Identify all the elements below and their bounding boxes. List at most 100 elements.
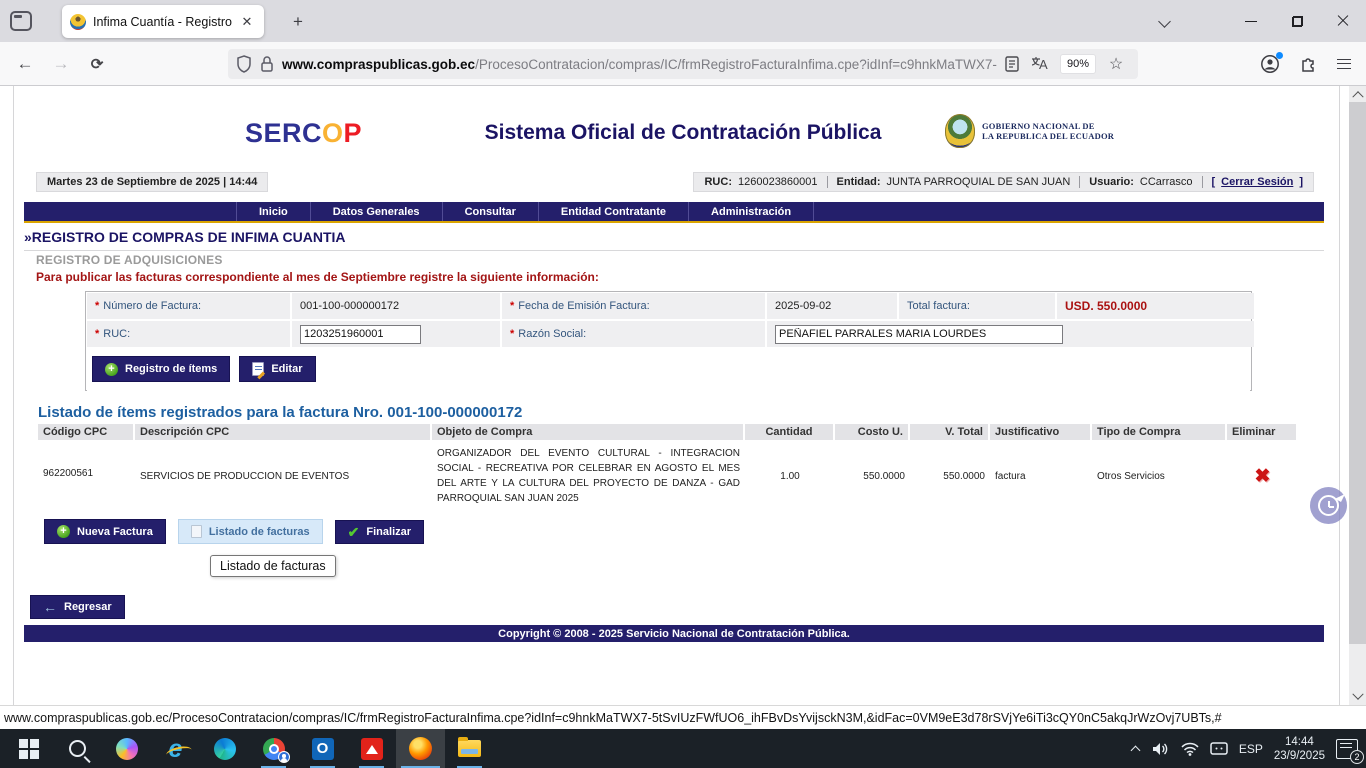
language-indicator[interactable]: ESP xyxy=(1239,742,1263,756)
outlook-icon xyxy=(312,738,334,760)
logout-link[interactable]: Cerrar Sesión xyxy=(1221,176,1293,188)
translate-icon[interactable]: A xyxy=(1030,54,1050,74)
taskbar-outlook-button[interactable] xyxy=(298,729,347,768)
taskbar-explorer-button[interactable] xyxy=(445,729,494,768)
screen-recorder-overlay-icon[interactable] xyxy=(1310,487,1347,524)
page-icon xyxy=(191,525,202,538)
status-bar: www.compraspublicas.gob.ec/ProcesoContra… xyxy=(0,705,1366,729)
registro-items-button[interactable]: Registro de ítems xyxy=(92,356,230,382)
finalizar-button[interactable]: Finalizar xyxy=(335,520,424,544)
reload-button[interactable] xyxy=(84,52,110,76)
back-button[interactable] xyxy=(12,52,38,76)
window-close-button[interactable] xyxy=(1326,8,1360,34)
window-minimize-button[interactable] xyxy=(1234,8,1268,34)
clock[interactable]: 14:44 23/9/2025 xyxy=(1274,735,1325,763)
regresar-button[interactable]: Regresar xyxy=(30,595,125,619)
tab-list-chevron-icon[interactable] xyxy=(1160,17,1171,28)
col-objeto-compra: Objeto de Compra xyxy=(432,424,745,440)
extensions-icon[interactable] xyxy=(1294,52,1322,76)
ruc-input-cell xyxy=(292,321,500,347)
tray-expand-icon[interactable] xyxy=(1131,744,1141,754)
volume-icon[interactable] xyxy=(1152,741,1170,757)
form-buttons: Registro de ítems Editar xyxy=(87,347,1250,391)
items-list-heading: Listado de ítems registrados para la fac… xyxy=(38,404,522,421)
new-tab-button[interactable] xyxy=(286,10,310,34)
close-icon xyxy=(1337,15,1349,27)
menu-button[interactable] xyxy=(1330,52,1358,76)
datetime-bar: Martes 23 de Septiembre de 2025 | 14:44 xyxy=(36,172,268,192)
plus-icon xyxy=(57,525,70,538)
gold-divider xyxy=(24,221,1324,223)
notification-center-button[interactable]: 2 xyxy=(1336,739,1358,759)
ruc-field-label: RUC: xyxy=(103,328,130,340)
entidad-label: Entidad: xyxy=(837,176,881,188)
bracket-open: [ xyxy=(1212,176,1216,188)
numero-factura-label: Número de Factura: xyxy=(103,300,201,312)
delete-item-icon[interactable] xyxy=(1255,465,1271,488)
ruc-input[interactable] xyxy=(300,325,421,344)
connect-display-icon[interactable] xyxy=(1210,742,1228,756)
zoom-level-badge[interactable]: 90% xyxy=(1060,54,1096,74)
forward-button[interactable] xyxy=(48,52,74,76)
ruc-value: 1260023860001 xyxy=(738,176,818,188)
fecha-value-cell: 2025-09-02 xyxy=(767,293,897,319)
nav-entidad-contratante[interactable]: Entidad Contratante xyxy=(538,202,688,221)
cell-vtotal: 550.0000 xyxy=(910,440,990,512)
scroll-down-arrow[interactable] xyxy=(1349,689,1366,705)
scrollbar-thumb[interactable] xyxy=(1349,102,1366,644)
account-button[interactable] xyxy=(1256,52,1284,76)
tracking-shield-icon[interactable] xyxy=(236,55,252,73)
nav-datos-generales[interactable]: Datos Generales xyxy=(310,202,442,221)
main-nav: Inicio Datos Generales Consultar Entidad… xyxy=(24,202,1324,221)
col-costo-u: Costo U. xyxy=(835,424,910,440)
nav-inicio[interactable]: Inicio xyxy=(236,202,310,221)
browser-window: Infima Cuantía - Registro www.compraspub… xyxy=(0,0,1366,768)
taskbar-search-button[interactable] xyxy=(53,729,102,768)
tab-close-icon[interactable] xyxy=(238,14,256,30)
acrobat-icon xyxy=(361,738,383,760)
firefox-view-icon[interactable] xyxy=(10,11,32,31)
bookmark-star-icon[interactable] xyxy=(1106,54,1126,74)
razon-input-cell xyxy=(767,321,1254,347)
url-bar[interactable]: www.compraspublicas.gob.ec/ProcesoContra… xyxy=(228,49,1138,79)
numero-factura-value-cell: 001-100-000000172 xyxy=(292,293,500,319)
reader-view-icon[interactable] xyxy=(1002,54,1022,74)
nav-consultar[interactable]: Consultar xyxy=(442,202,538,221)
cell-justificativo[interactable]: factura xyxy=(990,440,1092,512)
browser-tab[interactable]: Infima Cuantía - Registro xyxy=(62,5,264,38)
editar-button[interactable]: Editar xyxy=(239,356,315,382)
listado-facturas-button[interactable]: Listado de facturas xyxy=(178,519,323,544)
nueva-factura-button[interactable]: Nueva Factura xyxy=(44,519,166,544)
razon-social-input[interactable] xyxy=(775,325,1063,344)
taskbar-firefox-button[interactable] xyxy=(396,729,445,768)
ecuador-emblem-icon xyxy=(945,114,975,148)
razon-label-cell: *Razón Social: xyxy=(502,321,765,347)
items-table: Código CPC Descripción CPC Objeto de Com… xyxy=(38,424,1298,512)
page-scrollbar[interactable] xyxy=(1349,86,1366,705)
internet-explorer-icon xyxy=(169,738,183,760)
numero-factura-label-cell: *Número de Factura: xyxy=(87,293,290,319)
edge-icon xyxy=(214,738,236,760)
taskbar-acrobat-button[interactable] xyxy=(347,729,396,768)
cell-tipo-compra: Otros Servicios xyxy=(1092,440,1227,512)
system-tray: ESP 14:44 23/9/2025 2 xyxy=(1131,729,1366,768)
account-alert-dot xyxy=(1276,52,1283,59)
url-text[interactable]: www.compraspublicas.gob.ec/ProcesoContra… xyxy=(282,57,998,72)
taskbar-copilot-button[interactable] xyxy=(102,729,151,768)
razon-social-label: Razón Social: xyxy=(518,328,586,340)
taskbar-edge-button[interactable] xyxy=(200,729,249,768)
fecha-label: Fecha de Emisión Factura: xyxy=(518,300,649,312)
restore-icon xyxy=(1292,16,1303,27)
nav-administracion[interactable]: Administración xyxy=(688,202,814,221)
taskbar-ie-button[interactable] xyxy=(151,729,200,768)
ruc-label-cell: *RUC: xyxy=(87,321,290,347)
window-restore-button[interactable] xyxy=(1280,8,1314,34)
scroll-up-arrow[interactable] xyxy=(1349,86,1366,102)
wifi-icon[interactable] xyxy=(1181,742,1199,756)
cell-descripcion: SERVICIOS DE PRODUCCION DE EVENTOS xyxy=(135,440,432,512)
taskbar-chrome-button[interactable] xyxy=(249,729,298,768)
lock-icon[interactable] xyxy=(259,55,275,73)
start-button[interactable] xyxy=(4,729,53,768)
entidad-value: JUNTA PARROQUIAL DE SAN JUAN xyxy=(887,176,1071,188)
col-descripcion-cpc: Descripción CPC xyxy=(135,424,432,440)
